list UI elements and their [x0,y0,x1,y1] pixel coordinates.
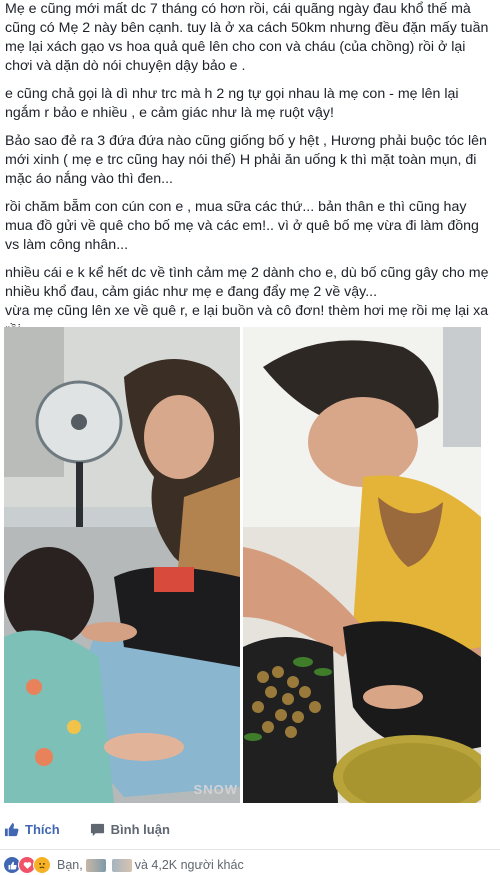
like-button[interactable]: Thích [4,822,60,837]
sad-icon [33,856,51,874]
like-label: Thích [25,821,60,837]
comment-label: Bình luận [110,821,170,837]
photo-grid: SNOW [4,327,481,803]
friend-avatar [85,858,106,872]
snow-watermark: SNOW [193,782,238,797]
post-paragraph-5: nhiều cái e k kể hết dc về tình cảm mẹ 2… [5,265,489,300]
post-actions: Thích Bình luận [0,812,500,846]
post-paragraph-2: e cũng chả gọi là dì như trc mà h 2 ng t… [5,86,459,121]
post-paragraph-1: Mẹ e cũng mới mất dc 7 tháng có hơn rồi,… [5,1,489,74]
photo-right[interactable] [243,327,481,803]
post-paragraph-3: Bảo sao đẻ ra 3 đứa đứa nào cũng giống b… [5,133,487,187]
comment-button[interactable]: Bình luận [90,822,170,837]
post-paragraph-4: rồi chăm bẵm con cún con e , mua sữa các… [5,199,479,253]
reaction-names-prefix: Bạn, [57,858,83,872]
friend-avatar [111,858,132,872]
thumbs-up-icon [4,822,19,837]
comment-icon [90,822,105,837]
post-text: Mẹ e cũng mới mất dc 7 tháng có hơn rồi,… [5,0,495,349]
photo-left[interactable]: SNOW [4,327,240,803]
divider [0,849,500,850]
reaction-names-suffix: và 4,2K người khác [134,858,244,872]
reactions-summary[interactable]: Bạn, và 4,2K người khác [3,855,244,875]
